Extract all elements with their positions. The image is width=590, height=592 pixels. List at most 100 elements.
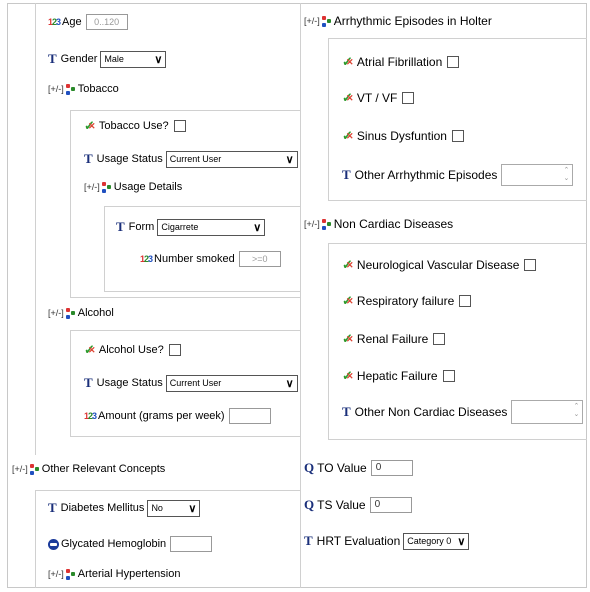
boolean-type-icon: ✓ ✕ (342, 368, 354, 383)
to-value-row: Q TO Value 0 (304, 459, 413, 477)
to-value-label: TO Value (317, 461, 367, 475)
tobacco-use-label: Tobacco Use? (98, 120, 169, 132)
hypertension-toggle[interactable]: [+/-] (48, 569, 64, 579)
ts-value-input[interactable]: 0 (369, 497, 412, 513)
other-concepts-toggle[interactable]: [+/-] (12, 464, 28, 474)
other-arrhythmic-label: Other Arrhythmic Episodes (354, 168, 498, 182)
age-label: Age (62, 16, 82, 28)
text-type-icon: T (48, 51, 57, 66)
boolean-type-icon: ✓ ✕ (342, 257, 354, 272)
noncardiac-header[interactable]: [+/-] Non Cardiac Diseases (304, 215, 453, 233)
alcohol-usage-status-label: Usage Status (96, 377, 163, 389)
sinus-dysfunction-checkbox[interactable] (451, 130, 464, 142)
alcohol-amount-row: 123 Amount (grams per week) (84, 407, 271, 425)
holter-item-sinus-dysfunction: ✓ ✕ Sinus Dysfuntion (342, 127, 464, 145)
age-input[interactable]: 0..120 (85, 14, 128, 30)
hrt-row: T HRT Evaluation Category 0 ∨ (304, 532, 470, 550)
boolean-type-icon: ✓ ✕ (84, 342, 96, 357)
form-row: T Form Cigarrete ∨ (116, 218, 266, 236)
holter-toggle[interactable]: [+/-] (304, 16, 320, 26)
usage-details-header[interactable]: [+/-] Usage Details (84, 178, 182, 196)
noncardiac-toggle[interactable]: [+/-] (304, 219, 320, 229)
respiratory-label: Respiratory failure (356, 294, 455, 308)
text-type-icon: T (304, 533, 313, 548)
holter-item-atrial-fibrillation: ✓ ✕ Atrial Fibrillation (342, 53, 460, 71)
text-type-icon: T (48, 500, 57, 515)
hypertension-header[interactable]: [+/-] Arterial Hypertension (48, 565, 180, 583)
tree-icon (321, 15, 332, 28)
noncardiac-item-hepatic: ✓ ✕ Hepatic Failure (342, 367, 455, 385)
boolean-type-icon: ✓ ✕ (342, 54, 354, 69)
alcohol-use-row: ✓ ✕ Alcohol Use? (84, 341, 181, 359)
atrial-fibrillation-checkbox[interactable] (447, 56, 460, 68)
alcohol-usage-status-row: T Usage Status Current User ∨ (84, 374, 298, 392)
alcohol-usage-status-select[interactable]: Current User ∨ (165, 374, 298, 392)
alcohol-amount-label: Amount (grams per week) (98, 410, 225, 422)
other-noncardiac-label: Other Non Cardiac Diseases (354, 405, 508, 419)
tree-icon (65, 307, 76, 320)
q-type-icon: Q (304, 497, 315, 512)
hba1c-input[interactable] (170, 536, 213, 552)
other-noncardiac-input[interactable]: ⌃ ⌄ (511, 400, 584, 424)
alcohol-use-label: Alcohol Use? (98, 344, 164, 356)
other-arrhythmic-input[interactable]: ⌃ ⌄ (501, 164, 574, 186)
numeric-type-icon: 123 (48, 17, 61, 27)
tobacco-use-row: ✓ ✕ Tobacco Use? (84, 117, 186, 135)
renal-checkbox[interactable] (433, 333, 446, 345)
tobacco-toggle[interactable]: [+/-] (48, 84, 64, 94)
tobacco-header[interactable]: [+/-] Tobacco (48, 80, 119, 98)
number-smoked-input[interactable]: >=0 (238, 251, 281, 267)
noncardiac-item-respiratory: ✓ ✕ Respiratory failure (342, 292, 472, 310)
text-type-icon: T (84, 375, 93, 390)
age-row: 123 Age 0..120 (48, 13, 128, 31)
hrt-select[interactable]: Category 0 ∨ (403, 532, 470, 550)
respiratory-checkbox[interactable] (459, 295, 472, 307)
tobacco-usage-status-select[interactable]: Current User ∨ (165, 150, 298, 168)
hba1c-label: Glycated Hemoglobin (61, 538, 167, 550)
alcohol-use-checkbox[interactable] (168, 344, 181, 356)
number-smoked-row: 123 Number smoked >=0 (140, 250, 281, 268)
alcohol-header[interactable]: [+/-] Alcohol (48, 304, 114, 322)
form-select[interactable]: Cigarrete ∨ (157, 218, 266, 236)
boolean-type-icon: ✓ ✕ (342, 90, 354, 105)
tree-icon (29, 463, 40, 476)
text-type-icon: T (342, 404, 351, 419)
other-concepts-header[interactable]: [+/-] Other Relevant Concepts (12, 460, 165, 478)
neurological-checkbox[interactable] (524, 259, 537, 271)
gender-row: T Gender Male ∨ (48, 50, 167, 68)
neurological-label: Neurological Vascular Disease (356, 258, 520, 272)
text-type-icon: T (84, 151, 93, 166)
tree-icon (65, 568, 76, 581)
ts-value-label: TS Value (317, 498, 366, 512)
holter-item-vt-vf: ✓ ✕ VT / VF (342, 89, 415, 107)
usage-details-toggle[interactable]: [+/-] (84, 182, 100, 192)
left-column-border (35, 3, 36, 455)
alcohol-amount-input[interactable] (228, 408, 271, 424)
numeric-type-icon: 123 (84, 411, 97, 421)
hba1c-row: Glycated Hemoglobin (48, 535, 213, 553)
noncardiac-label: Non Cardiac Diseases (333, 217, 454, 231)
hypertension-label: Arterial Hypertension (77, 568, 181, 580)
tobacco-use-checkbox[interactable] (173, 120, 186, 132)
holter-header[interactable]: [+/-] Arrhythmic Episodes in Holter (304, 12, 492, 30)
q-type-icon: Q (304, 460, 315, 475)
noncardiac-item-renal: ✓ ✕ Renal Failure (342, 330, 446, 348)
renal-label: Renal Failure (356, 332, 429, 346)
text-type-icon: T (342, 167, 351, 182)
alcohol-toggle[interactable]: [+/-] (48, 308, 64, 318)
hrt-label: HRT Evaluation (316, 534, 401, 548)
numeric-type-icon: 123 (140, 254, 153, 264)
gender-select[interactable]: Male ∨ (100, 50, 167, 68)
boolean-type-icon: ✓ ✕ (342, 128, 354, 143)
tobacco-label: Tobacco (77, 83, 119, 95)
to-value-input[interactable]: 0 (370, 460, 413, 476)
ts-value-row: Q TS Value 0 (304, 496, 412, 514)
alcohol-label: Alcohol (77, 307, 114, 319)
boolean-type-icon: ✓ ✕ (342, 293, 354, 308)
atrial-fibrillation-label: Atrial Fibrillation (356, 55, 443, 69)
diabetes-select[interactable]: No ∨ (147, 499, 201, 517)
vt-vf-checkbox[interactable] (402, 92, 415, 104)
hepatic-checkbox[interactable] (442, 370, 455, 382)
hepatic-label: Hepatic Failure (356, 369, 438, 383)
number-smoked-label: Number smoked (154, 253, 235, 265)
